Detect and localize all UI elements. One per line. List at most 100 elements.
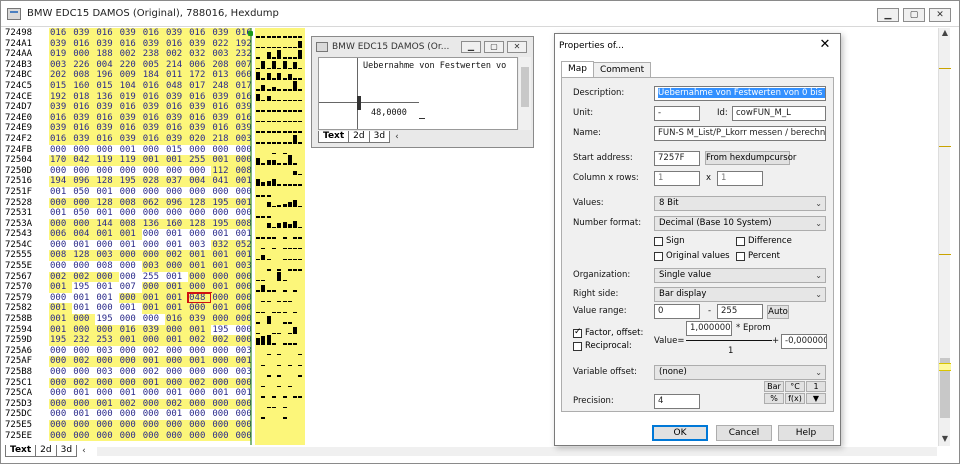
hex-cell[interactable]: 000 [95,239,119,251]
offset-input[interactable]: -0,000000 [781,334,827,349]
hex-cell[interactable]: 000 [141,409,165,420]
hex-cell[interactable]: 000 [211,144,235,156]
unit-celsius-button[interactable]: °C [785,381,805,392]
hex-cell[interactable]: 003 [234,367,251,378]
hex-cell[interactable]: 000 [95,271,119,283]
hex-cell[interactable]: 136 [141,218,165,230]
hex-cell[interactable]: 001 [72,409,96,420]
cancel-button[interactable]: Cancel [716,425,772,441]
hex-cell[interactable]: 060 [234,70,251,81]
hex-cell[interactable]: 039 [72,28,96,39]
hex-cell[interactable]: 001 [164,271,189,283]
hex-cell[interactable]: 016 [234,91,251,103]
hex-cell[interactable]: 039 [95,38,119,50]
hex-cell[interactable]: 000 [49,261,73,272]
hex-cell[interactable]: 000 [234,303,251,315]
hex-cell[interactable]: 007 [118,282,142,293]
hex-cell[interactable]: 016 [118,38,142,50]
hex-cell[interactable]: 000 [49,144,73,156]
tab-3d[interactable]: 3d [368,131,391,143]
hex-cell[interactable]: 002 [141,345,165,357]
hex-cell[interactable]: 003 [234,261,251,272]
start-address-input[interactable]: 7257F [654,151,700,166]
hex-cell[interactable]: 000 [188,229,212,240]
precision-input[interactable]: 4 [654,394,700,409]
vertical-scrollbar[interactable]: ▲ ▼ [938,28,951,446]
percent-checkbox[interactable]: Percent [736,251,780,261]
hex-cell[interactable]: 000 [72,398,96,410]
hex-cell[interactable]: 000 [211,271,235,283]
hex-cell[interactable]: 001 [211,282,235,293]
hex-cell[interactable]: 003 [234,345,251,357]
hex-cell[interactable]: 112 [211,165,235,177]
hex-cell[interactable]: 000 [234,409,251,420]
number-format-select[interactable]: Decimal (Base 10 System) ⌄ [654,216,826,231]
hex-cell[interactable]: 000 [72,261,96,272]
hex-cell[interactable]: 008 [234,165,251,177]
hex-cell[interactable]: 001 [164,239,189,251]
hex-cell[interactable]: 170 [49,155,73,166]
hex-cell[interactable]: 096 [72,176,96,187]
minimize-button[interactable]: ▁ [877,8,899,22]
hex-cell[interactable]: 096 [164,197,189,209]
hex-cell[interactable]: 016 [49,112,73,124]
hex-cell[interactable]: 001 [164,229,189,240]
hex-cell[interactable]: 001 [164,292,189,304]
from-hexdump-cursor-button[interactable]: From hexdumpcursor [705,151,796,165]
hex-cell[interactable]: 000 [141,314,165,325]
hex-cell[interactable]: 196 [95,70,119,81]
hex-cell[interactable]: 232 [234,49,251,60]
hex-cell[interactable]: 004 [72,229,96,240]
original-values-checkbox[interactable]: Original values [654,251,730,261]
hex-cell[interactable]: 000 [234,314,251,325]
hex-cell[interactable]: 000 [211,409,235,420]
hex-cell[interactable]: 001 [49,208,73,219]
hex-cell[interactable]: 039 [164,112,189,124]
hex-cell[interactable]: 001 [211,155,235,166]
hex-cell[interactable]: 001 [141,303,165,315]
hex-cell[interactable]: 000 [95,430,119,442]
hex-cell[interactable]: 015 [95,80,119,92]
hex-cell[interactable]: 195 [211,197,235,209]
hex-cell[interactable]: 172 [188,70,212,81]
hex-cell[interactable]: 011 [164,70,189,81]
hex-cell[interactable]: 039 [95,123,119,134]
hex-cell[interactable]: 001 [188,250,212,262]
hex-cell[interactable]: 032 [211,239,235,251]
hex-cell[interactable]: 016 [188,91,212,103]
factor-input[interactable]: 1,000000 [686,321,732,336]
hex-cell[interactable]: 000 [72,324,96,336]
hex-cell[interactable]: 017 [188,80,212,92]
values-select[interactable]: 8 Bit ⌄ [654,196,826,211]
sign-checkbox[interactable]: Sign [654,236,685,246]
hex-cell[interactable]: 000 [211,398,235,410]
hex-cell[interactable]: 194 [49,176,73,187]
hex-cell[interactable]: 017 [234,80,251,92]
hex-cell[interactable]: 000 [234,398,251,410]
hex-cell[interactable]: 016 [72,38,96,50]
hex-cell[interactable]: 001 [164,409,189,420]
hex-cell[interactable]: 001 [49,303,73,315]
hex-cell[interactable]: 000 [95,303,119,315]
hex-cell[interactable]: 003 [211,49,235,60]
hex-cell[interactable]: 048 [164,80,189,92]
hex-cell[interactable]: 001 [234,356,251,367]
hex-cell[interactable]: 128 [188,197,212,209]
hex-cell[interactable]: 000 [95,165,119,177]
hex-cell[interactable]: 000 [141,419,165,431]
hex-cell[interactable]: 160 [72,80,96,92]
function-button[interactable]: f(x) [785,393,805,404]
hex-cell[interactable]: 001 [95,398,119,410]
tab-3d[interactable]: 3d [55,445,78,457]
hex-cell[interactable]: 000 [164,208,189,219]
hex-cell[interactable]: 016 [141,28,165,39]
hex-cell[interactable]: 000 [141,144,165,156]
scroll-left-icon[interactable]: ‹ [395,132,399,142]
hex-cell[interactable]: 016 [164,123,189,134]
hex-cell[interactable]: 218 [211,133,235,145]
hex-cell[interactable]: 195 [49,335,73,346]
hex-cell[interactable]: 000 [95,144,119,156]
hex-cell[interactable]: 001 [164,335,189,346]
hex-cell[interactable]: 016 [95,133,119,145]
right-side-select[interactable]: Bar display ⌄ [654,287,826,302]
